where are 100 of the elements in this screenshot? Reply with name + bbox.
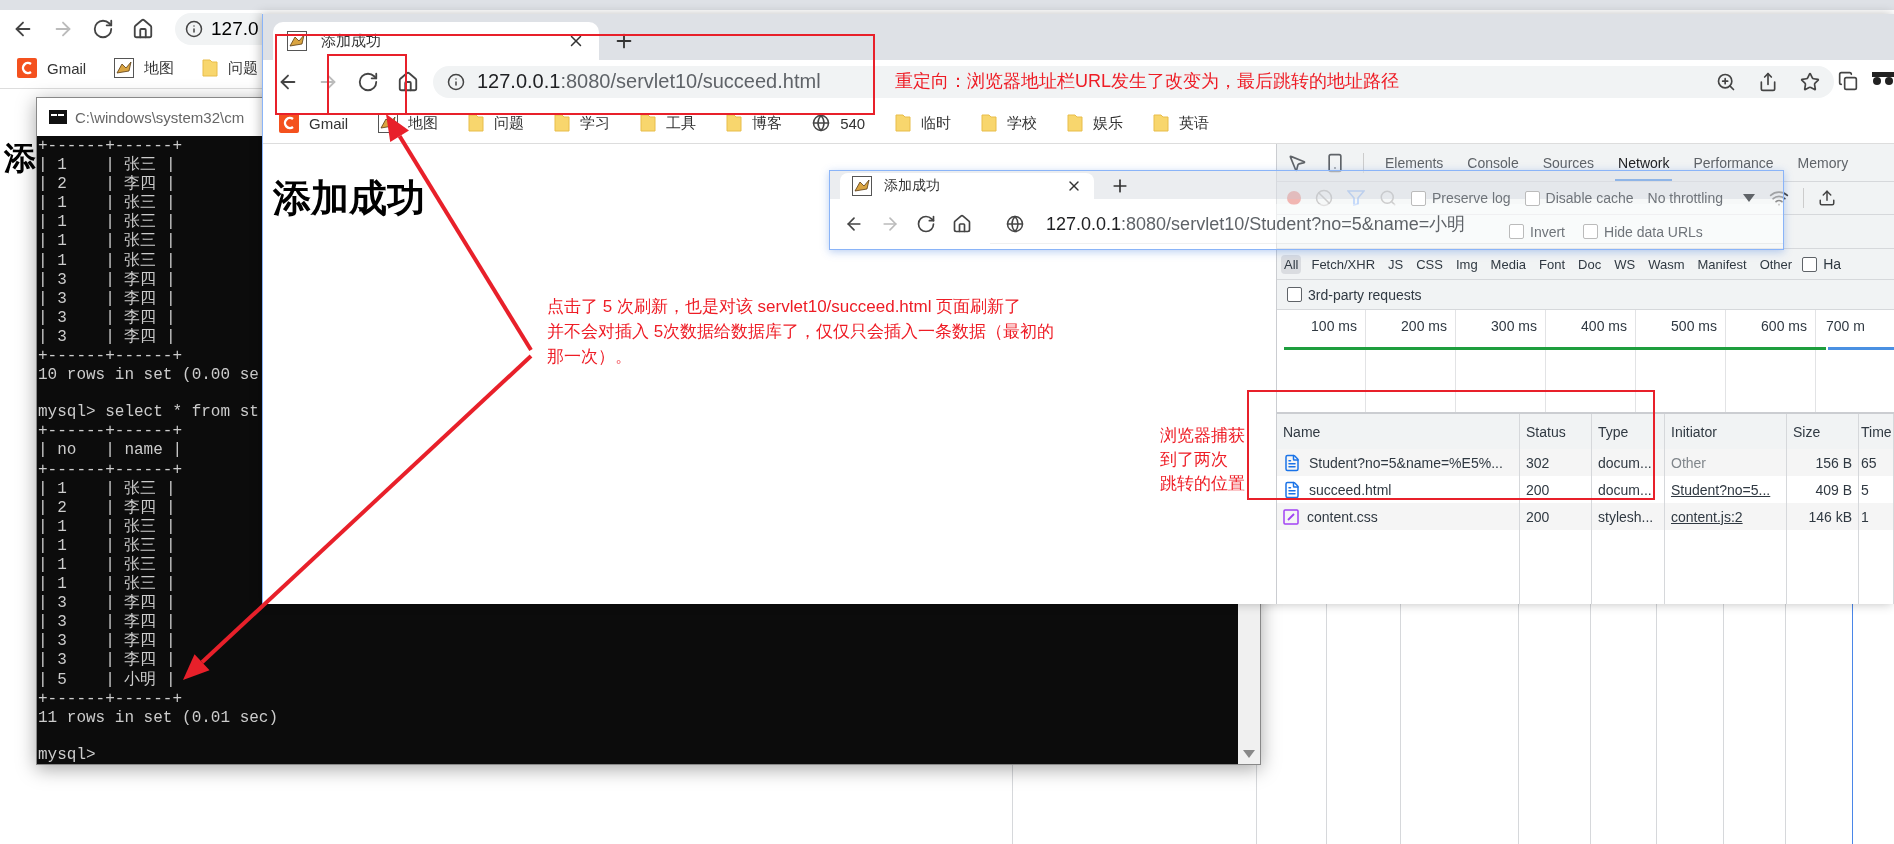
folder-icon <box>468 113 485 133</box>
type-filter[interactable]: WS <box>1611 254 1639 274</box>
terminal-line: | 3 | 李四 | <box>38 327 176 348</box>
third-party-checkbox[interactable]: 3rd-party requests <box>1287 286 1422 303</box>
devtools-tab[interactable]: Memory <box>1794 144 1852 181</box>
scroll-down-icon[interactable] <box>1243 750 1255 758</box>
bookmark[interactable]: 娱乐 <box>1067 113 1124 133</box>
column-header[interactable]: Size <box>1787 414 1859 449</box>
annotation-text: 并不会对插入 5次数据给数据库了，仅仅只会插入一条数据（最初的 <box>547 321 1055 343</box>
type-filter[interactable]: Img <box>1452 254 1481 274</box>
folder-icon <box>726 113 743 133</box>
bookmark[interactable]: 临时 <box>895 113 952 133</box>
upload-icon[interactable] <box>1818 189 1836 207</box>
type-filter[interactable]: All <box>1281 254 1302 274</box>
browser-tab[interactable]: 添加成功 <box>840 173 1094 199</box>
folder-icon <box>981 113 998 133</box>
home-icon[interactable] <box>132 18 154 40</box>
folder-icon <box>554 113 571 133</box>
column-header[interactable]: Initiator <box>1665 414 1787 449</box>
globe-icon <box>1006 215 1024 233</box>
type-filter[interactable]: Manifest <box>1694 254 1750 274</box>
type-filter[interactable]: CSS <box>1413 254 1446 274</box>
annotation-text: 那一次）。 <box>547 346 632 368</box>
filter-checkbox[interactable]: Invert <box>1509 223 1565 240</box>
table-cell: 200 <box>1520 503 1592 530</box>
share-icon[interactable] <box>1758 71 1778 92</box>
globe-icon <box>812 114 831 132</box>
devtools-tab[interactable]: Performance <box>1690 144 1777 181</box>
terminal-line: | 1 | 张三 | <box>38 575 176 594</box>
home-icon[interactable] <box>397 70 419 93</box>
device-icon[interactable] <box>1325 152 1345 173</box>
star-icon[interactable] <box>1800 71 1820 92</box>
terminal-line: | 1 | 张三 | <box>38 517 176 537</box>
devtools-tab[interactable]: Network <box>1615 144 1673 181</box>
folder-icon <box>1067 113 1084 133</box>
bookmark-logo-icon <box>279 113 299 133</box>
column-header[interactable]: Name <box>1277 414 1520 449</box>
home-icon[interactable] <box>952 214 972 234</box>
address-bar[interactable]: 127.0 <box>175 13 262 45</box>
devtools-tab[interactable]: Sources <box>1539 144 1598 181</box>
profile-icon[interactable] <box>1872 72 1894 86</box>
annotation-text: 点击了 5 次刷新，也是对该 servlet10/succeed.html 页面刷新了 <box>547 296 1022 318</box>
bookmark[interactable]: 工具 <box>640 113 697 133</box>
devtools-tab[interactable]: Console <box>1464 144 1522 181</box>
type-filter[interactable]: Wasm <box>1645 254 1688 274</box>
document-icon <box>1283 480 1301 499</box>
request-name-cell[interactable]: content.css <box>1277 503 1520 530</box>
type-filter[interactable]: Doc <box>1575 254 1605 274</box>
reload-icon[interactable] <box>92 18 114 40</box>
terminal-line: +------+------+ <box>38 347 183 367</box>
filter-checkbox[interactable]: Hide data URLs <box>1583 223 1703 240</box>
terminal-line: | 1 | 张三 | <box>38 156 176 175</box>
reload-icon[interactable] <box>916 214 936 234</box>
preserve-log-checkbox[interactable]: Preserve log <box>1411 190 1511 206</box>
network-conditions-icon[interactable] <box>1769 188 1789 208</box>
terminal-line: | 1 | 张三 | <box>38 479 176 499</box>
type-filter[interactable]: Fetch/XHR <box>1308 254 1379 274</box>
terminal-line: | 3 | 李四 | <box>38 613 176 632</box>
terminal-line: | 1 | 张三 | <box>38 213 176 232</box>
terminal-line: | 3 | 李四 | <box>38 270 176 290</box>
bookmark[interactable]: 学校 <box>981 113 1038 133</box>
bookmark[interactable]: 学习 <box>554 113 611 133</box>
terminal-line: | 1 | 张三 | <box>38 194 176 213</box>
bookmark[interactable]: 地图 <box>114 58 175 78</box>
bookmark[interactable]: Gmail <box>279 113 349 133</box>
reload-icon[interactable] <box>357 70 379 93</box>
throttling-dropdown[interactable]: No throttling <box>1647 190 1755 206</box>
devtools-tab[interactable]: Elements <box>1382 144 1447 181</box>
column-header[interactable]: Type <box>1592 414 1665 449</box>
tab-search-icon[interactable] <box>1838 71 1858 91</box>
bookmark[interactable]: 问题 <box>468 113 525 133</box>
terminal-line: mysql> <box>38 745 96 765</box>
table-cell: docum... <box>1592 449 1665 476</box>
column-header[interactable]: Status <box>1520 414 1592 449</box>
filter-checkbox[interactable]: Ha <box>1802 256 1842 272</box>
column-header[interactable]: Time <box>1859 414 1894 449</box>
terminal-line: | 5 | 小明 | <box>38 670 176 690</box>
type-filter[interactable]: JS <box>1385 254 1407 274</box>
disable-cache-checkbox[interactable]: Disable cache <box>1524 190 1634 206</box>
type-filter[interactable]: Media <box>1487 254 1530 274</box>
terminal-line: | 3 | 李四 | <box>38 632 176 651</box>
type-filter[interactable]: Font <box>1536 254 1569 274</box>
zoom-icon[interactable] <box>1716 71 1736 92</box>
request-name-cell[interactable]: Student?no=5&name=%E5%... <box>1277 449 1520 476</box>
initiator-link[interactable]: content.js:2 <box>1665 503 1787 530</box>
caret-icon <box>1743 194 1755 202</box>
bookmark[interactable]: 博客 <box>726 113 783 133</box>
bookmark[interactable]: 问题 <box>202 58 259 78</box>
folder-icon <box>640 113 657 133</box>
terminal-line: | 1 | 张三 | <box>38 536 176 556</box>
annotation-text: 到了两次 <box>1160 449 1228 471</box>
bookmark[interactable]: 英语 <box>1153 113 1210 133</box>
folder-icon <box>895 113 912 133</box>
table-cell: stylesh... <box>1592 503 1665 530</box>
bookmark[interactable]: Gmail <box>17 58 87 78</box>
info-icon <box>185 20 203 38</box>
terminal-line: +------+------+ <box>38 460 183 480</box>
type-filter[interactable]: Other <box>1756 254 1796 274</box>
bookmark[interactable]: 540 <box>812 114 866 132</box>
terminal-line: | 3 | 李四 | <box>38 594 176 613</box>
